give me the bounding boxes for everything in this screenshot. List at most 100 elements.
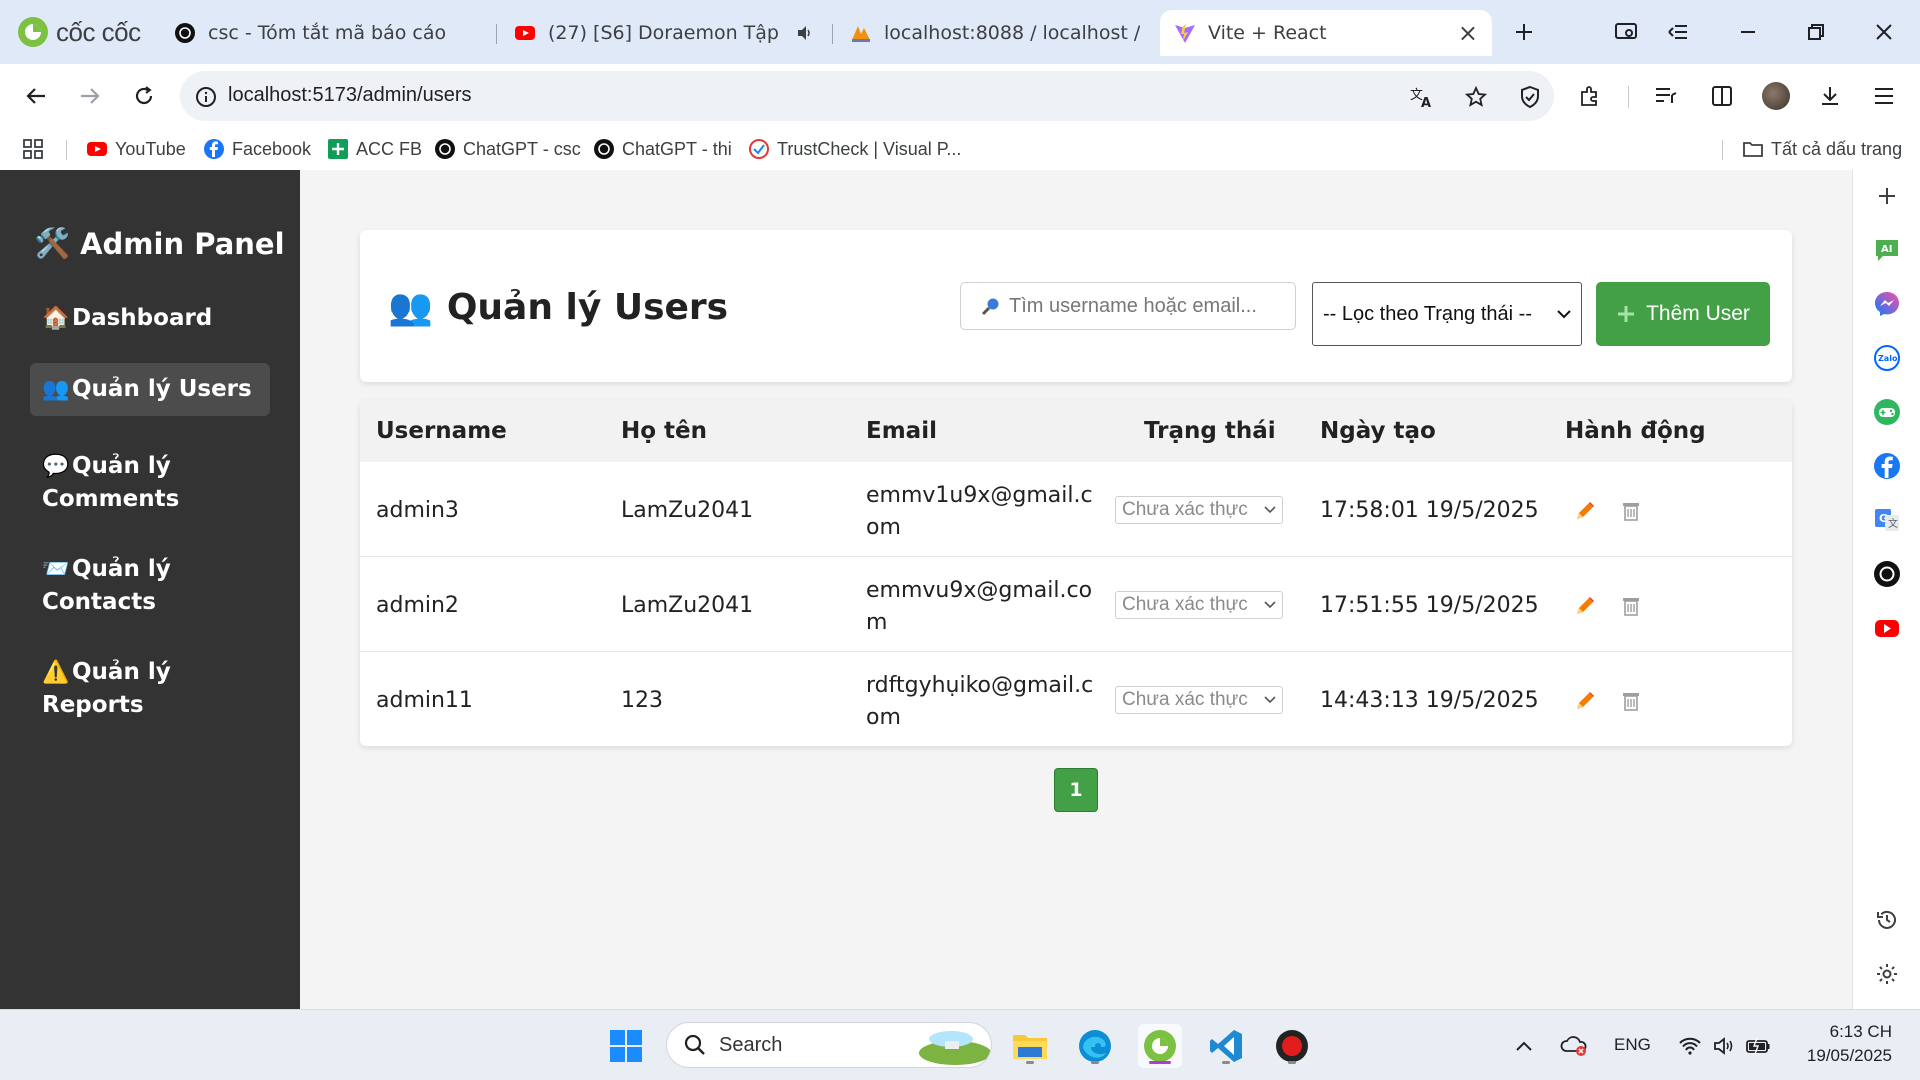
translate-icon[interactable]: 文A	[1408, 83, 1436, 111]
site-info-icon[interactable]	[192, 83, 220, 111]
onedrive-status[interactable]	[1552, 1024, 1596, 1068]
bookmark-facebook[interactable]: Facebook	[203, 134, 311, 164]
sidebar-item-dashboard[interactable]: 🏠 Dashboard	[30, 292, 270, 345]
forward-button[interactable]	[72, 78, 108, 114]
reload-button[interactable]	[126, 78, 162, 114]
extensions-button[interactable]	[1572, 78, 1608, 114]
downloads-button[interactable]	[1812, 78, 1848, 114]
close-window-button[interactable]	[1866, 14, 1902, 50]
screenshot-button[interactable]	[1608, 14, 1644, 50]
tab-separator	[496, 24, 497, 44]
speaker-icon[interactable]	[796, 24, 814, 42]
taskbar-edge[interactable]	[1073, 1024, 1117, 1068]
close-tab-icon[interactable]: ×	[1458, 19, 1478, 47]
sidebar-item-reports[interactable]: ⚠️ Quản lý Reports	[30, 646, 270, 731]
tab-youtube-doraemon[interactable]: (27) [S6] Doraemon Tập 308	[500, 10, 830, 56]
tab-vite-react[interactable]: Vite + React ×	[1160, 10, 1492, 56]
taskbar-file-explorer[interactable]	[1008, 1024, 1052, 1068]
table-row: admin3 LamZu2041 emmv1u9x@gmail.com Chưa…	[360, 462, 1792, 557]
battery-status[interactable]	[1736, 1024, 1780, 1068]
chatgpt-panel-button[interactable]	[1871, 558, 1903, 590]
status-select[interactable]: Chưa xác thực	[1115, 686, 1283, 714]
browser-side-panel: AI Zalo G文	[1852, 170, 1920, 1009]
status-filter-select[interactable]: -- Lọc theo Trạng thái --	[1312, 282, 1582, 346]
reload-icon	[135, 86, 153, 105]
restore-button[interactable]	[1798, 14, 1834, 50]
restore-icon	[1808, 24, 1824, 40]
active-indicator	[1149, 1061, 1171, 1064]
new-tab-button[interactable]	[1506, 14, 1542, 50]
translate-panel-button[interactable]: G文	[1871, 504, 1903, 536]
page-title-text: Quản lý Users	[446, 286, 729, 328]
username-cell: admin11	[376, 688, 473, 713]
sidebar-item-contacts[interactable]: 📨 Quản lý Contacts	[30, 543, 270, 628]
tab-list-button[interactable]	[1660, 14, 1696, 50]
taskbar-vscode[interactable]	[1204, 1024, 1248, 1068]
messenger-button[interactable]	[1871, 288, 1903, 320]
bookmark-acc-fb[interactable]: ACC FB	[327, 134, 422, 164]
search-input[interactable]	[1009, 294, 1269, 318]
bookmark-chatgpt-thi[interactable]: ChatGPT - thi	[593, 134, 732, 164]
facebook-panel-button[interactable]	[1871, 450, 1903, 482]
username-cell: admin3	[376, 498, 459, 523]
fullname-cell: LamZu2041	[621, 498, 754, 523]
profile-button[interactable]	[1758, 78, 1794, 114]
fullname-cell: LamZu2041	[621, 593, 754, 618]
status-select[interactable]: Chưa xác thực	[1115, 496, 1283, 524]
tab-chatgpt-csc[interactable]: csc - Tóm tắt mã báo cáo	[160, 10, 490, 56]
trustcheck-icon	[749, 139, 769, 159]
bookmark-label: Facebook	[232, 138, 312, 159]
edit-button[interactable]	[1572, 688, 1598, 714]
shield-icon[interactable]	[1516, 83, 1544, 111]
language-indicator[interactable]: ENG	[1614, 1035, 1651, 1055]
youtube-panel-button[interactable]	[1871, 612, 1903, 644]
bookmark-chatgpt-csc[interactable]: ChatGPT - csc	[434, 134, 581, 164]
edit-button[interactable]	[1572, 498, 1598, 524]
menu-button[interactable]	[1866, 78, 1902, 114]
taskbar-recorder[interactable]	[1270, 1024, 1314, 1068]
address-bar[interactable]: localhost:5173/admin/users 文A	[180, 71, 1554, 121]
bookmark-trustcheck[interactable]: TrustCheck | Visual P...	[748, 134, 961, 164]
playlist-icon	[1656, 88, 1677, 103]
add-user-button[interactable]: Thêm User	[1596, 282, 1770, 346]
svg-text:AI: AI	[1881, 244, 1892, 255]
all-bookmarks-folder[interactable]: Tất cả dấu trang	[1742, 134, 1902, 164]
pagination-page-button[interactable]: 1	[1054, 768, 1098, 812]
tray-overflow-button[interactable]	[1502, 1024, 1546, 1068]
bookmark-star-icon[interactable]	[1462, 83, 1490, 111]
delete-button[interactable]	[1618, 498, 1644, 524]
taskbar-search[interactable]: Search	[666, 1022, 992, 1068]
back-button[interactable]	[18, 78, 54, 114]
edit-button[interactable]	[1572, 593, 1598, 619]
pencil-icon	[1577, 502, 1594, 519]
trash-icon	[1623, 693, 1639, 711]
split-view-button[interactable]	[1704, 78, 1740, 114]
panel-settings-button[interactable]	[1871, 958, 1903, 990]
status-select[interactable]: Chưa xác thực	[1115, 591, 1283, 619]
history-button[interactable]	[1871, 904, 1903, 936]
add-panel-button[interactable]	[1871, 180, 1903, 212]
start-button[interactable]	[604, 1024, 648, 1068]
url-text[interactable]: localhost:5173/admin/users	[228, 84, 471, 107]
minimize-button[interactable]	[1730, 14, 1766, 50]
sidebar-item-comments[interactable]: 💬 Quản lý Comments	[30, 440, 270, 525]
bookmark-youtube[interactable]: YouTube	[86, 134, 186, 164]
zalo-button[interactable]: Zalo	[1871, 342, 1903, 374]
apps-button[interactable]	[22, 134, 44, 164]
add-user-label: Thêm User	[1646, 302, 1750, 325]
tab-phpmyadmin[interactable]: localhost:8088 / localhost / trus	[836, 10, 1154, 56]
users-table: Username Họ tên Email Trạng thái Ngày tạ…	[360, 400, 1792, 746]
game-button[interactable]	[1871, 396, 1903, 428]
email-cell: rdftgyhụiko@gmail.com	[866, 673, 1094, 730]
taskbar-coccoc[interactable]	[1138, 1024, 1182, 1068]
envelope-icon: 📨	[42, 557, 70, 582]
search-field[interactable]	[960, 282, 1296, 330]
search-icon	[981, 298, 999, 316]
delete-button[interactable]	[1618, 688, 1644, 714]
playlist-button[interactable]	[1648, 78, 1684, 114]
system-clock[interactable]: 6:13 CH 19/05/2025	[1780, 1020, 1892, 1068]
ai-assistant-button[interactable]: AI	[1871, 234, 1903, 266]
delete-button[interactable]	[1618, 593, 1644, 619]
sidebar-item-users[interactable]: 👥 Quản lý Users	[30, 363, 270, 416]
browser-brand[interactable]: cốc cốc	[16, 14, 141, 50]
